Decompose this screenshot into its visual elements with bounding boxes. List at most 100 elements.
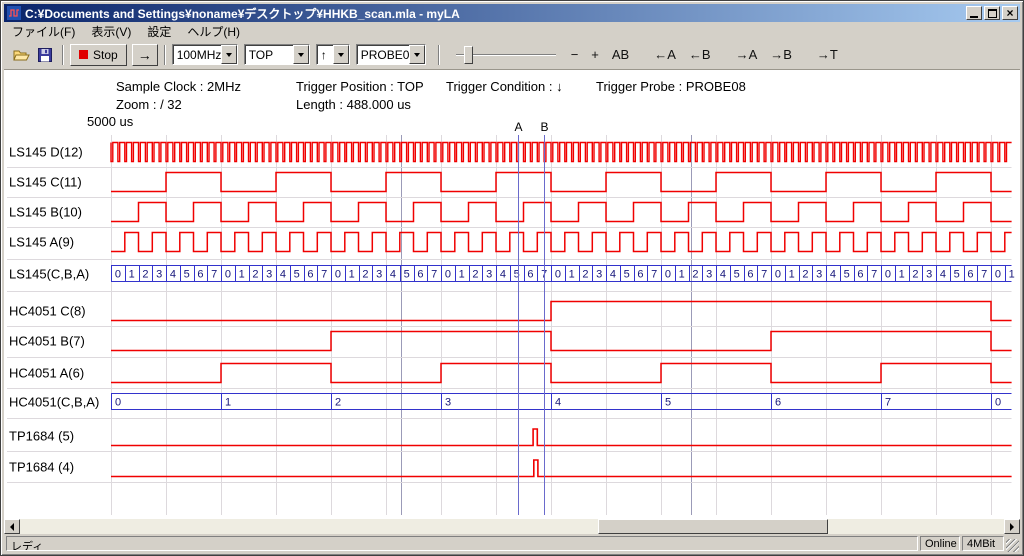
bus-value: 2 <box>802 269 808 281</box>
sample-clock-dropdown-icon[interactable] <box>221 45 237 64</box>
waveform-square <box>111 233 1012 252</box>
bus-value: 4 <box>500 269 506 281</box>
menu-help[interactable]: ヘルプ(H) <box>179 22 248 41</box>
trigger-position-select[interactable]: TOP <box>244 44 310 65</box>
bus-value: 5 <box>665 397 671 409</box>
trigger-position-dropdown-icon[interactable] <box>293 45 309 64</box>
status-online-badge: Online <box>920 536 960 551</box>
bus-value: 4 <box>170 269 176 281</box>
run-arrow-icon: → <box>138 47 152 63</box>
bus-value: 1 <box>569 269 575 281</box>
bus-value: 5 <box>404 269 410 281</box>
scroll-right-icon <box>1010 523 1014 531</box>
bus-value: 2 <box>912 269 918 281</box>
channel-label: LS145 B(10) <box>9 205 82 220</box>
scroll-left-icon <box>10 523 14 531</box>
bus-value: 5 <box>294 269 300 281</box>
status-memory-badge: 4MBit <box>962 536 1004 551</box>
goto-cursor-a-right-button[interactable]: →A <box>731 45 763 64</box>
bus-value: 4 <box>390 269 396 281</box>
horizontal-scrollbar[interactable] <box>4 519 1020 534</box>
bus-value: 1 <box>239 269 245 281</box>
bus-value: 5 <box>624 269 630 281</box>
waveform-square <box>111 173 1012 192</box>
bus-value: 7 <box>321 269 327 281</box>
goto-cursor-b-right-button[interactable]: →B <box>765 45 797 64</box>
sample-clock-value: 100MHz <box>173 45 221 64</box>
trigger-edge-dropdown-icon[interactable] <box>333 45 349 64</box>
bus-value: 2 <box>472 269 478 281</box>
bus-value: 1 <box>899 269 905 281</box>
bus-value: 7 <box>651 269 657 281</box>
scroll-left-button[interactable] <box>4 519 20 534</box>
bus-value: 4 <box>555 397 561 409</box>
bus-value: 7 <box>885 397 891 409</box>
channel-label: HC4051 B(7) <box>9 334 85 349</box>
open-folder-icon <box>13 48 30 62</box>
bus-value: 2 <box>582 269 588 281</box>
scroll-right-button[interactable] <box>1004 519 1020 534</box>
bus-value: 0 <box>225 269 231 281</box>
cursor-a-label: A <box>514 120 522 134</box>
goto-trigger-button[interactable]: →T <box>812 45 843 64</box>
window-title: C:¥Documents and Settings¥noname¥デスクトップ¥… <box>25 5 964 22</box>
bus-value: 3 <box>816 269 822 281</box>
resize-grip[interactable] <box>1006 539 1019 552</box>
bus-value: 6 <box>775 397 781 409</box>
channel-label: LS145 C(11) <box>9 175 82 190</box>
run-button[interactable]: → <box>132 44 158 66</box>
zoom-slider-thumb[interactable] <box>464 46 473 64</box>
stop-button[interactable]: Stop <box>70 44 127 66</box>
zoom-out-button[interactable]: − <box>566 45 584 64</box>
close-button[interactable]: × <box>1002 6 1018 20</box>
waveform-strobe <box>111 143 1012 162</box>
bus-value: 4 <box>280 269 286 281</box>
maximize-button[interactable] <box>984 6 1000 20</box>
bus-value: 3 <box>596 269 602 281</box>
bus-value: 1 <box>459 269 465 281</box>
zoom-in-button[interactable]: + <box>586 45 604 64</box>
trigger-edge-select[interactable]: ↑ <box>316 44 350 65</box>
bus-value: 2 <box>335 397 341 409</box>
bus-value: 4 <box>940 269 946 281</box>
trigger-probe-dropdown-icon[interactable] <box>409 45 425 64</box>
zoom-slider[interactable] <box>456 44 556 66</box>
save-button[interactable] <box>33 44 56 66</box>
bus-value: 1 <box>349 269 355 281</box>
bus-value: 0 <box>665 269 671 281</box>
bus-value: 0 <box>995 269 1001 281</box>
floppy-icon <box>38 48 52 62</box>
bus-value: 3 <box>266 269 272 281</box>
bus-value: 5 <box>184 269 190 281</box>
channel-label: TP1684 (4) <box>9 460 74 475</box>
bus-value: 7 <box>981 269 987 281</box>
goto-cursor-b-left-button[interactable]: ←B <box>684 45 716 64</box>
menu-settings[interactable]: 設定 <box>139 22 179 41</box>
titlebar[interactable]: C:¥Documents and Settings¥noname¥デスクトップ¥… <box>4 4 1020 22</box>
bus-value: 0 <box>335 269 341 281</box>
channel-label: HC4051 C(8) <box>9 304 86 319</box>
menu-file[interactable]: ファイル(F) <box>4 22 83 41</box>
sample-clock-select[interactable]: 100MHz <box>172 44 238 65</box>
trigger-probe-select[interactable]: PROBE00 <box>356 44 426 65</box>
bus-value: 6 <box>417 269 423 281</box>
bus-value: 0 <box>995 397 1001 409</box>
bus-value: 3 <box>926 269 932 281</box>
channel-label: LS145(C,B,A) <box>9 267 89 282</box>
bus-value: 0 <box>445 269 451 281</box>
channel-label: HC4051 A(6) <box>9 366 84 381</box>
bus-value: 7 <box>431 269 437 281</box>
waveform-canvas[interactable]: LS145 D(12)LS145 C(11)LS145 B(10)LS145 A… <box>4 70 1020 518</box>
menu-view[interactable]: 表示(V) <box>83 22 139 41</box>
waveform-pulse <box>111 460 1012 477</box>
channel-label: LS145 A(9) <box>9 235 74 250</box>
zoom-ab-button[interactable]: AB <box>607 45 634 64</box>
goto-cursor-a-left-button[interactable]: ←A <box>649 45 681 64</box>
minimize-button[interactable] <box>966 6 982 20</box>
app-icon <box>7 6 21 20</box>
open-file-button[interactable] <box>10 44 33 66</box>
scrollbar-thumb[interactable] <box>598 519 828 534</box>
bus-value: 3 <box>445 397 451 409</box>
toolbar: Stop → 100MHz TOP ↑ PROBE00 − + AB ←A <box>4 40 1020 70</box>
bus-value: 3 <box>706 269 712 281</box>
